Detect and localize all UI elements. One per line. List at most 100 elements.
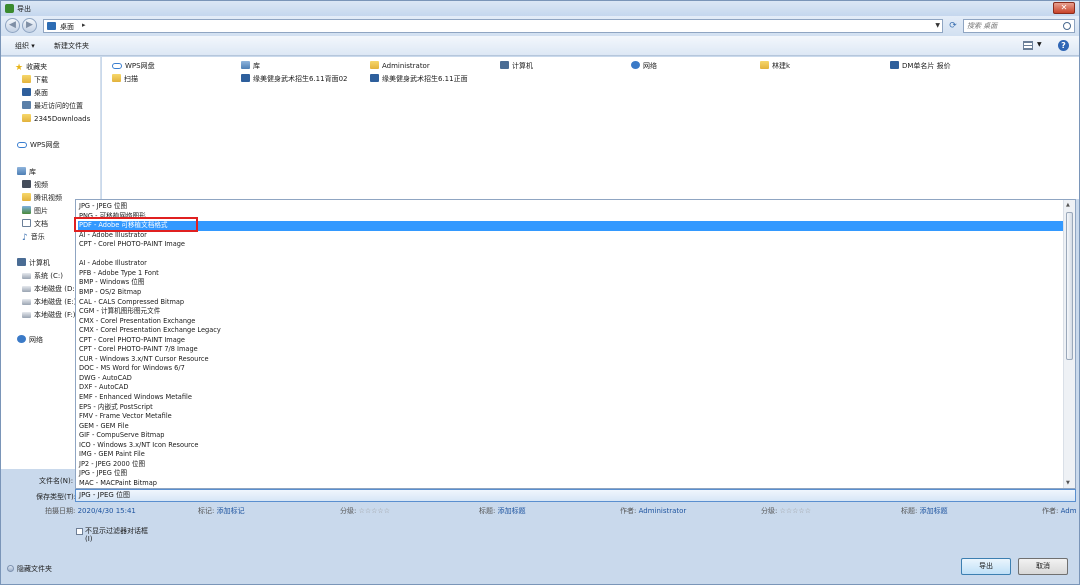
no-filter-dialog-label[interactable]: 不显示过滤器对话框 (I) — [85, 527, 148, 543]
meta-tags[interactable]: 标记: 添加标记 — [198, 506, 245, 516]
address-dropdown-icon[interactable]: ▼ — [935, 22, 940, 29]
sidebar-favorites[interactable]: ★ 收藏夹 — [15, 62, 47, 73]
rating-stars-icon[interactable]: ☆☆☆☆☆ — [780, 507, 811, 515]
new-folder-button[interactable]: 新建文件夹 — [54, 41, 89, 51]
file-type-option[interactable]: ICO - Windows 3.x/NT Icon Resource — [78, 441, 1063, 451]
dropdown-scrollbar[interactable]: ▲ ▼ — [1063, 200, 1075, 488]
sidebar-item-music[interactable]: ♪ 音乐 — [22, 232, 45, 243]
sidebar-item-pictures[interactable]: 图片 — [22, 206, 48, 216]
file-type-option[interactable] — [78, 250, 1063, 260]
search-box[interactable] — [963, 19, 1075, 33]
help-icon[interactable]: ? — [1058, 40, 1069, 51]
file-item-wps-cloud[interactable]: WPS网盘 — [112, 61, 155, 71]
file-type-option[interactable]: GIF - CompuServe Bitmap — [78, 431, 1063, 441]
cancel-button[interactable]: 取消 — [1018, 558, 1068, 575]
file-type-option[interactable]: CPT - Corel PHOTO-PAINT Image — [78, 240, 1063, 250]
sidebar-item-downloads[interactable]: 下载 — [22, 75, 48, 85]
file-type-option[interactable]: JPG - JPEG 位图 — [78, 469, 1063, 479]
file-type-option[interactable]: DXF - AutoCAD — [78, 383, 1063, 393]
file-item-library[interactable]: 库 — [241, 61, 260, 71]
refresh-button[interactable]: ⟳ — [946, 19, 960, 33]
sidebar-item-drive-e[interactable]: 本地磁盘 (E:) — [22, 297, 76, 307]
file-type-option[interactable]: CMX - Corel Presentation Exchange Legacy — [78, 326, 1063, 336]
file-type-option[interactable]: BMP - OS/2 Bitmap — [78, 288, 1063, 298]
sidebar-item-drive-d[interactable]: 本地磁盘 (D:) — [22, 284, 77, 294]
file-type-option[interactable]: EMF - Enhanced Windows Metafile — [78, 393, 1063, 403]
author-value[interactable]: Administrator — [639, 507, 687, 515]
add-title-link[interactable]: 添加标题 — [498, 507, 526, 515]
sidebar-item-drive-f[interactable]: 本地磁盘 (F:) — [22, 310, 76, 320]
file-type-option[interactable]: CAL - CALS Compressed Bitmap — [78, 298, 1063, 308]
sidebar-wps-cloud[interactable]: WPS网盘 — [17, 140, 60, 150]
file-type-option[interactable]: CMX - Corel Presentation Exchange — [78, 317, 1063, 327]
file-type-option[interactable]: JP2 - JPEG 2000 位图 — [78, 460, 1063, 470]
sidebar-item-documents[interactable]: 文档 — [22, 219, 48, 229]
sidebar-item-desktop[interactable]: 桌面 — [22, 88, 48, 98]
sidebar-computer[interactable]: 计算机 — [17, 258, 50, 268]
file-type-option[interactable]: EPS - 内嵌式 PostScript — [78, 403, 1063, 413]
file-type-option[interactable]: DWG - AutoCAD — [78, 374, 1063, 384]
file-item-flyer-back[interactable]: 缘美健身武术招生6.11背面02 — [241, 74, 348, 84]
scroll-down-icon[interactable]: ▼ — [1066, 480, 1070, 486]
scroll-thumb[interactable] — [1066, 212, 1073, 360]
file-type-dropdown-list[interactable]: JPG - JPEG 位图 PNG - 可移植网络图形 PDF - Adobe 可移… — [75, 199, 1076, 489]
file-item-computer[interactable]: 计算机 — [500, 61, 533, 71]
meta-author[interactable]: 作者: Administrator — [620, 506, 686, 516]
file-type-option[interactable]: CPT - Corel PHOTO-PAINT Image — [78, 336, 1063, 346]
sidebar-item-recent[interactable]: 最近访问的位置 — [22, 101, 83, 111]
sidebar-item-videos[interactable]: 视频 — [22, 180, 48, 190]
address-bar[interactable]: 桌面 ▸ ▼ — [43, 19, 943, 33]
save-type-select[interactable]: JPG - JPEG 位图 — [75, 489, 1076, 502]
file-type-option[interactable]: BMP - Windows 位图 — [78, 278, 1063, 288]
file-item-scan[interactable]: 扫描 — [112, 74, 138, 84]
search-input[interactable] — [967, 21, 1062, 31]
breadcrumb-arrow-icon[interactable]: ▸ — [82, 21, 86, 29]
export-button[interactable]: 导出 — [961, 558, 1011, 575]
sidebar-network[interactable]: 网络 — [17, 335, 43, 345]
file-type-option[interactable]: FMV - Frame Vector Metafile — [78, 412, 1063, 422]
add-tags-link[interactable]: 添加标记 — [217, 507, 245, 515]
file-type-option[interactable]: AI - Adobe Illustrator — [78, 259, 1063, 269]
file-type-option[interactable]: GEM - GEM File — [78, 422, 1063, 432]
rating-stars-icon[interactable]: ☆☆☆☆☆ — [359, 507, 390, 515]
file-type-option[interactable]: CPT - Corel PHOTO-PAINT 7/8 Image — [78, 345, 1063, 355]
file-type-option[interactable]: PDF - Adobe 可移植文档格式 — [78, 221, 1063, 231]
file-item-administrator[interactable]: Administrator — [370, 61, 430, 70]
no-filter-dialog-checkbox[interactable] — [76, 528, 83, 535]
file-type-option[interactable]: JPG - JPEG 位图 — [78, 202, 1063, 212]
sidebar-item-tencent-video[interactable]: 腾讯视频 — [22, 193, 62, 203]
sidebar-library[interactable]: 库 — [17, 167, 36, 177]
search-icon[interactable] — [1063, 22, 1071, 30]
forward-button[interactable]: ▶ — [22, 18, 37, 33]
file-type-option[interactable]: IMG - GEM Paint File — [78, 450, 1063, 460]
file-type-option[interactable]: PFB - Adobe Type 1 Font — [78, 269, 1063, 279]
sidebar-item-2345downloads[interactable]: 2345Downloads — [22, 114, 90, 123]
file-item-network[interactable]: 网络 — [631, 61, 657, 71]
organize-menu[interactable]: 组织 ▾ — [15, 41, 35, 51]
scroll-up-icon[interactable]: ▲ — [1066, 202, 1070, 208]
view-dropdown-icon[interactable]: ▼ — [1037, 41, 1042, 48]
meta-author-2[interactable]: 作者: Adm — [1042, 506, 1077, 516]
meta-title[interactable]: 标题: 添加标题 — [479, 506, 526, 516]
meta-rating[interactable]: 分级: ☆☆☆☆☆ — [340, 506, 390, 516]
meta-rating-2[interactable]: 分级: ☆☆☆☆☆ — [761, 506, 811, 516]
view-options-icon[interactable] — [1023, 41, 1033, 50]
back-button[interactable]: ◀ — [5, 18, 20, 33]
file-type-option[interactable]: DOC - MS Word for Windows 6/7 — [78, 364, 1063, 374]
hide-folders-toggle[interactable]: 隐藏文件夹 — [7, 564, 52, 574]
file-item-dm-card[interactable]: DM单名片 报价 — [890, 61, 951, 71]
meta-title-2[interactable]: 标题: 添加标题 — [901, 506, 948, 516]
sidebar-item-drive-c[interactable]: 系统 (C:) — [22, 271, 63, 281]
file-item-flyer-front[interactable]: 缘美健身武术招生6.11正面 — [370, 74, 468, 84]
file-type-option[interactable]: PNG - 可移植网络图形 — [78, 212, 1063, 222]
sidebar-label: 音乐 — [30, 233, 45, 241]
add-title-link[interactable]: 添加标题 — [920, 507, 948, 515]
author-value[interactable]: Adm — [1061, 507, 1077, 515]
address-location[interactable]: 桌面 — [60, 22, 74, 32]
file-type-option[interactable]: CGM - 计算机图形图元文件 — [78, 307, 1063, 317]
file-type-option[interactable]: CUR - Windows 3.x/NT Cursor Resource — [78, 355, 1063, 365]
close-button[interactable]: ✕ — [1053, 2, 1075, 14]
file-type-option[interactable]: MAC - MACPaint Bitmap — [78, 479, 1063, 488]
file-item-folder-linjian[interactable]: 林建k — [760, 61, 790, 71]
file-type-option[interactable]: AI - Adobe Illustrator — [78, 231, 1063, 241]
